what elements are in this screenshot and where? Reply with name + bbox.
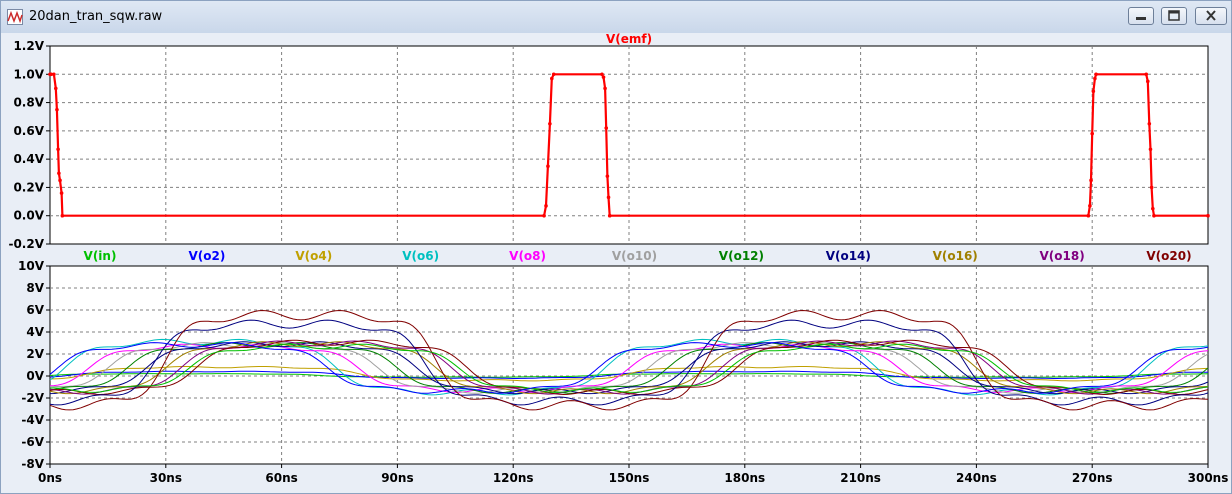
time-axis-ticks: 0ns 30ns 60ns 90ns 120ns 150ns 180ns 210ns 240ns… <box>38 464 1228 485</box>
data-point <box>604 126 609 130</box>
data-point <box>53 86 58 91</box>
emf-trace-label: V(emf) <box>606 33 652 46</box>
data-point <box>1151 206 1155 211</box>
data-point <box>1094 72 1098 77</box>
data-point <box>544 204 548 208</box>
data-point <box>548 121 552 126</box>
data-point <box>52 72 56 77</box>
x-tick-label: 120ns <box>493 471 534 485</box>
nodes-y-tick-label: -6V <box>21 435 44 449</box>
legend-entry: V(o10) <box>612 249 657 263</box>
emf-pane[interactable]: 1.2V 1.0V 0.8V 0.6V 0.4V 0.2V 0.0V -0.2V V(emf) <box>8 33 1210 251</box>
maximize-button[interactable] <box>1161 7 1187 25</box>
legend-entry: V(o20) <box>1146 249 1191 263</box>
data-point <box>1144 72 1149 77</box>
x-tick-label: 60ns <box>265 471 297 485</box>
close-icon <box>1206 10 1216 21</box>
nodes-y-tick-label: 6V <box>26 303 44 317</box>
data-point <box>1088 204 1092 208</box>
emf-y-tick-label: 0.0V <box>13 209 44 223</box>
data-point <box>1093 76 1097 81</box>
minimize-icon <box>1136 17 1146 20</box>
data-point <box>1086 213 1091 218</box>
data-point <box>1091 89 1096 94</box>
nodes-y-tick-label: 4V <box>26 325 44 339</box>
emf-y-tick-label: 0.6V <box>13 124 44 138</box>
data-point <box>607 213 612 218</box>
minimize-button[interactable] <box>1128 7 1154 25</box>
x-tick-label: 210ns <box>840 471 881 485</box>
nodes-y-tick-label: -2V <box>21 391 44 405</box>
x-tick-label: 240ns <box>956 471 997 485</box>
close-button[interactable] <box>1195 7 1227 25</box>
legend-entry: V(o14) <box>826 249 871 263</box>
data-point <box>60 213 65 218</box>
data-point <box>1089 178 1093 183</box>
nodes-legend: V(in) V(o2) V(o4) V(o6) V(o8) V(o10) V(o12) V(o… <box>84 249 1192 263</box>
data-point <box>605 174 610 178</box>
x-tick-label: 180ns <box>724 471 765 485</box>
nodes-y-tick-label: 0V <box>26 369 44 383</box>
x-tick-label: 300ns <box>1188 471 1229 485</box>
x-tick-label: 0ns <box>38 471 62 485</box>
emf-y-tick-label: -0.2V <box>8 237 44 251</box>
x-tick-label: 90ns <box>381 471 413 485</box>
legend-entry: V(o6) <box>402 249 439 263</box>
emf-y-tick-label: 1.0V <box>13 67 44 81</box>
data-point <box>57 171 61 176</box>
nodes-y-tick-label: -4V <box>21 413 44 427</box>
nodes-y-ticks: 10V 8V 6V 4V 2V 0V -2V -4V -6V -8V <box>18 259 50 471</box>
nodes-y-tick-label: 2V <box>26 347 44 361</box>
nodes-y-tick-label: 8V <box>26 281 44 295</box>
title-bar[interactable]: 20dan_tran_sqw.raw <box>1 1 1231 33</box>
data-point <box>606 195 611 200</box>
data-point <box>58 178 62 183</box>
emf-y-ticks: 1.2V 1.0V 0.8V 0.6V 0.4V 0.2V 0.0V -0.2V <box>8 39 50 251</box>
legend-entry: V(o8) <box>509 249 546 263</box>
emf-y-tick-label: 0.8V <box>13 96 44 110</box>
data-point <box>1152 213 1156 218</box>
nodes-y-tick-label: 10V <box>18 259 45 273</box>
data-point <box>55 107 59 112</box>
data-point <box>1145 79 1150 84</box>
window-title: 20dan_tran_sqw.raw <box>29 9 163 24</box>
data-point <box>1148 147 1153 152</box>
data-point <box>56 147 60 152</box>
data-point <box>1206 213 1210 218</box>
data-point <box>1149 185 1154 190</box>
legend-entry: V(o2) <box>188 249 225 263</box>
nodes-y-tick-label: -8V <box>21 457 44 471</box>
waveform-viewer-window: 20dan_tran_sqw.raw 1.2V 1.0V 0.8V 0.6V 0.4V 0… <box>0 0 1232 494</box>
waveform-icon <box>7 9 23 25</box>
data-point <box>1090 131 1094 136</box>
x-tick-label: 30ns <box>150 471 182 485</box>
data-point <box>1147 121 1152 126</box>
data-point <box>551 72 556 77</box>
legend-entry: V(o4) <box>295 249 332 263</box>
data-point <box>546 164 550 169</box>
x-tick-label: 270ns <box>1072 471 1113 485</box>
x-tick-label: 150ns <box>609 471 650 485</box>
legend-entry: V(o18) <box>1039 249 1084 263</box>
data-point <box>550 76 554 81</box>
nodes-pane[interactable]: V(in) V(o2) V(o4) V(o6) V(o8) V(o10) V(o12) V(o… <box>18 249 1228 485</box>
legend-entry: V(o12) <box>719 249 764 263</box>
emf-y-tick-label: 0.4V <box>13 152 44 166</box>
data-point <box>59 191 64 195</box>
data-point <box>603 86 607 91</box>
legend-entry: V(in) <box>84 249 117 263</box>
data-point <box>542 213 546 218</box>
emf-y-tick-label: 1.2V <box>13 39 44 53</box>
maximize-icon <box>1168 10 1180 21</box>
legend-entry: V(o16) <box>933 249 978 263</box>
data-point <box>601 75 606 79</box>
emf-y-tick-label: 0.2V <box>13 180 44 194</box>
plot-area[interactable]: 1.2V 1.0V 0.8V 0.6V 0.4V 0.2V 0.0V -0.2V V(emf)… <box>1 33 1231 493</box>
